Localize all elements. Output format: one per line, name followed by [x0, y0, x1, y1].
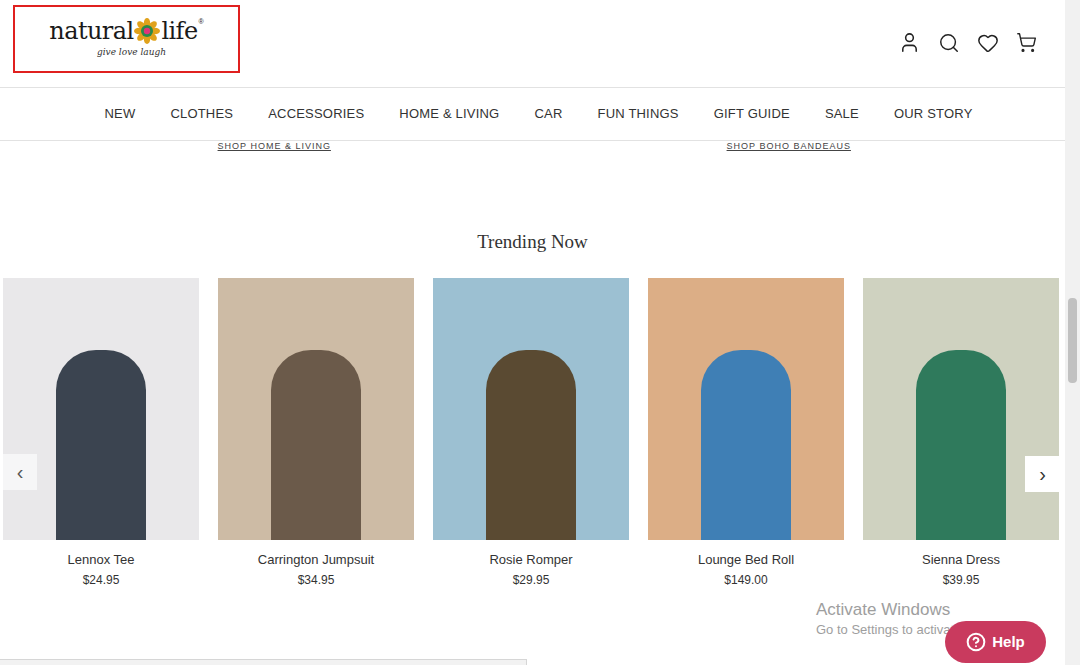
product-photo[interactable] [3, 278, 199, 540]
product-name[interactable]: Lennox Tee [68, 552, 135, 568]
scrollbar[interactable] [1065, 0, 1080, 665]
product-price: $24.95 [83, 572, 120, 588]
product-card[interactable]: Lounge Bed Roll $149.00 [648, 278, 844, 588]
wishlist-icon[interactable] [977, 32, 999, 54]
section-title: Trending Now [0, 231, 1065, 253]
main: natural life® give love laugh NEW CLOTHES ACC… [0, 0, 1065, 665]
nav-item[interactable]: NEW [104, 104, 135, 124]
nav-item[interactable]: HOME & LIVING [399, 104, 499, 124]
logo-word: natural [49, 19, 133, 43]
product-card[interactable]: Carrington Jumpsuit $34.95 [218, 278, 414, 588]
product-price: $39.95 [943, 572, 980, 588]
nav-bar: NEW CLOTHES ACCESSORIES HOME & LIVING CAR FUN… [0, 88, 1065, 141]
flower-icon [134, 18, 160, 44]
nav-item[interactable]: SALE [825, 104, 859, 124]
product-name[interactable]: Carrington Jumpsuit [258, 552, 374, 568]
promo-link[interactable]: SHOP BOHO BANDEAUS [727, 141, 851, 153]
logo[interactable]: natural life® give love laugh [13, 5, 240, 73]
carousel-next[interactable]: › [1025, 456, 1060, 492]
product-name[interactable]: Lounge Bed Roll [698, 552, 794, 568]
nav-item[interactable]: GIFT GUIDE [714, 104, 790, 124]
promo-link[interactable]: SHOP HOME & LIVING [218, 141, 331, 153]
product-carousel: Lennox Tee $24.95 Carrington Jumpsuit $34.9… [0, 278, 1065, 588]
product-price: $29.95 [513, 572, 550, 588]
product-price: $149.00 [724, 572, 767, 588]
product-card[interactable]: Sienna Dress $39.95 [863, 278, 1059, 588]
help-button[interactable]: Help [945, 621, 1046, 663]
nav-item[interactable]: CLOTHES [170, 104, 233, 124]
nav-item[interactable]: FUN THINGS [598, 104, 679, 124]
product-name[interactable]: Sienna Dress [922, 552, 1000, 568]
status-bar [0, 659, 527, 665]
product-photo[interactable] [648, 278, 844, 540]
promo-links: SHOP HOME & LIVING SHOP BOHO BANDEAUS [0, 141, 1065, 153]
header: natural life® give love laugh [0, 0, 1065, 88]
product-photo[interactable] [218, 278, 414, 540]
product-photo[interactable] [863, 278, 1059, 540]
account-icon[interactable] [898, 31, 921, 54]
page: natural life® give love laugh NEW CLOTHES ACC… [0, 0, 1080, 665]
registered-mark: ® [199, 18, 204, 25]
product-card[interactable]: Rosie Romper $29.95 [433, 278, 629, 588]
product-name[interactable]: Rosie Romper [489, 552, 572, 568]
product-photo[interactable] [433, 278, 629, 540]
search-icon[interactable] [938, 32, 960, 54]
nav-item[interactable]: CAR [534, 104, 562, 124]
help-icon [966, 632, 986, 652]
logo-word: life [161, 19, 197, 43]
cart-icon[interactable] [1016, 32, 1037, 53]
scrollbar-thumb[interactable] [1068, 298, 1077, 383]
logo-tagline: give love laugh [97, 46, 166, 60]
product-price: $34.95 [298, 572, 335, 588]
product-card[interactable]: Lennox Tee $24.95 [3, 278, 199, 588]
nav-item[interactable]: ACCESSORIES [268, 104, 364, 124]
nav-item[interactable]: OUR STORY [894, 104, 973, 124]
carousel-prev[interactable]: ‹ [3, 454, 37, 490]
